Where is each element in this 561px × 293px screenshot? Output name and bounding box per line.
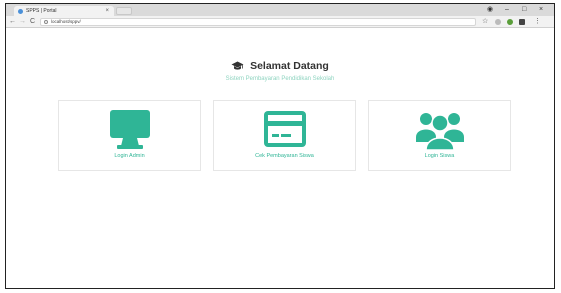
url-text: localhost/sppv/ bbox=[51, 19, 81, 24]
extension-icon[interactable] bbox=[507, 19, 513, 25]
login-admin-card[interactable]: Login Admin bbox=[58, 100, 201, 171]
address-bar[interactable]: localhost/sppv/ bbox=[40, 18, 476, 26]
page-title-text: Selamat Datang bbox=[250, 60, 329, 72]
card-label: Cek Pembayaran Siswa bbox=[255, 153, 314, 159]
card-label: Login Siswa bbox=[424, 153, 455, 159]
users-icon bbox=[415, 113, 464, 150]
cek-pembayaran-card[interactable]: Cek Pembayaran Siswa bbox=[213, 100, 356, 171]
graduation-cap-icon bbox=[231, 61, 244, 70]
back-button[interactable]: ← bbox=[9, 16, 16, 28]
info-icon bbox=[44, 20, 48, 24]
tab-close-button[interactable]: × bbox=[105, 6, 109, 16]
page-content: Selamat Datang Sistem Pembayaran Pendidi… bbox=[6, 28, 554, 288]
card-label: Login Admin bbox=[114, 153, 145, 159]
extension-icon[interactable] bbox=[495, 19, 501, 25]
forward-button[interactable]: → bbox=[19, 16, 26, 28]
credit-card-icon bbox=[263, 111, 306, 147]
monitor-icon bbox=[109, 110, 150, 149]
menu-icon[interactable]: ⋮ bbox=[534, 16, 541, 28]
login-siswa-card[interactable]: Login Siswa bbox=[368, 100, 511, 171]
reload-button[interactable]: C bbox=[30, 16, 35, 28]
page-subtitle: Sistem Pembayaran Pendidikan Sekolah bbox=[225, 76, 335, 82]
bookmark-star-icon[interactable]: ☆ bbox=[482, 16, 488, 28]
profile-icon[interactable]: ◉ bbox=[487, 4, 493, 16]
favicon-icon bbox=[18, 8, 23, 14]
browser-toolbar: ← → C localhost/sppv/ ☆ ⋮ bbox=[6, 16, 554, 28]
tab-title: SPPS | Portal bbox=[26, 8, 57, 14]
close-window-button[interactable]: × bbox=[539, 4, 543, 16]
minimize-button[interactable]: – bbox=[505, 4, 509, 16]
new-tab-button[interactable] bbox=[116, 7, 132, 15]
browser-tab[interactable]: SPPS | Portal × bbox=[14, 6, 114, 16]
tab-bar: SPPS | Portal × ◉ – □ × bbox=[6, 4, 554, 16]
page-title: Selamat Datang bbox=[6, 60, 554, 72]
browser-window: SPPS | Portal × ◉ – □ × ← → C localhost/… bbox=[5, 3, 555, 289]
maximize-button[interactable]: □ bbox=[522, 4, 526, 16]
extension-icon[interactable] bbox=[519, 19, 525, 25]
